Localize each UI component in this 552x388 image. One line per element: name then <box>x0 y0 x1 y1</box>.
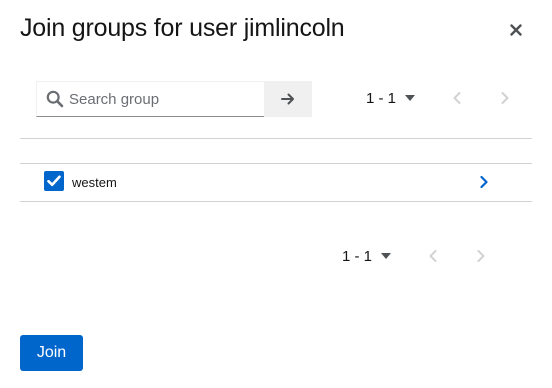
next-page-button[interactable] <box>471 246 491 266</box>
group-name: westem <box>72 175 117 190</box>
caret-down-icon <box>381 253 392 259</box>
pagination-range-toggle[interactable]: 1 - 1 <box>366 89 416 107</box>
chevron-right-icon <box>477 250 485 262</box>
next-page-button[interactable] <box>495 88 515 108</box>
caret-down-icon <box>405 95 416 101</box>
chevron-left-icon <box>429 250 437 262</box>
open-group-button[interactable] <box>476 172 492 192</box>
pagination-top: 1 - 1 <box>366 88 515 108</box>
close-icon <box>510 24 522 36</box>
chevron-right-icon <box>480 176 488 188</box>
pagination-range: 1 - 1 <box>366 89 397 107</box>
search-box <box>36 81 265 117</box>
list-item[interactable]: westem <box>20 163 532 201</box>
search-submit-button[interactable] <box>264 81 312 117</box>
divider <box>20 201 532 202</box>
prev-page-button[interactable] <box>447 88 467 108</box>
chevron-left-icon <box>453 92 461 104</box>
chevron-right-icon <box>501 92 509 104</box>
search-input[interactable] <box>67 82 257 116</box>
join-button[interactable]: Join <box>20 335 83 371</box>
check-icon <box>47 175 61 187</box>
divider <box>20 138 532 139</box>
search-icon <box>37 81 67 117</box>
close-button[interactable] <box>506 20 526 40</box>
group-checkbox[interactable] <box>44 171 64 191</box>
pagination-range-toggle[interactable]: 1 - 1 <box>342 247 392 265</box>
page-title: Join groups for user jimlincoln <box>20 14 345 42</box>
prev-page-button[interactable] <box>423 246 443 266</box>
arrow-right-icon <box>281 93 294 105</box>
pagination-bottom: 1 - 1 <box>342 246 491 266</box>
pagination-range: 1 - 1 <box>342 247 373 265</box>
